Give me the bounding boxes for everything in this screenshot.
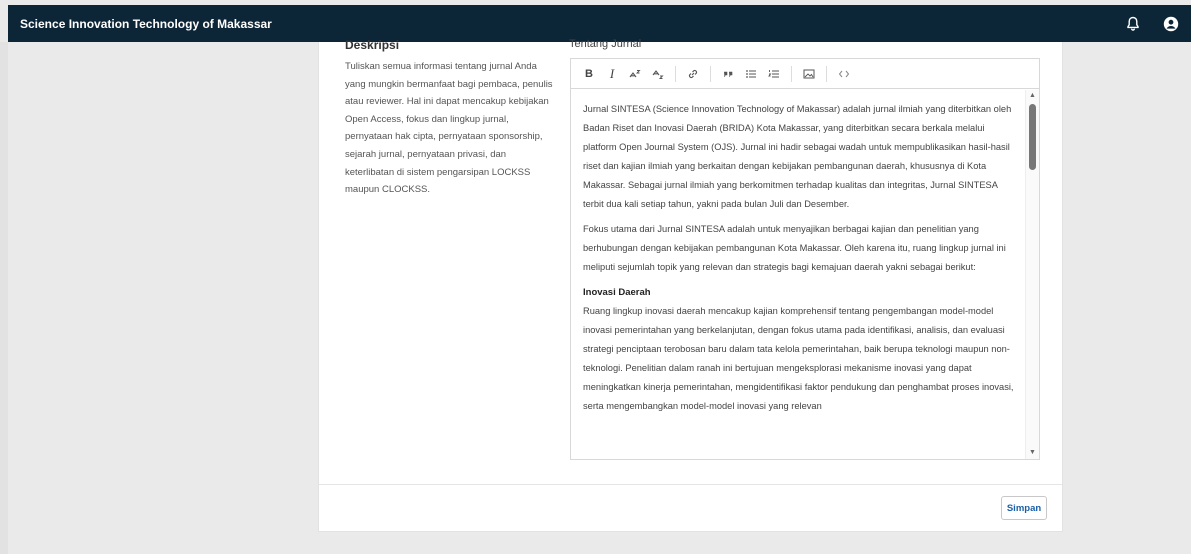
description-heading: Deskripsi	[345, 38, 400, 52]
editor-toolbar: B I	[571, 59, 1039, 89]
blockquote-icon[interactable]	[718, 64, 738, 84]
editor-scrollbar[interactable]: ▲ ▼	[1025, 90, 1039, 459]
description-text: Tuliskan semua informasi tentang jurnal …	[345, 61, 553, 196]
image-icon[interactable]	[799, 64, 819, 84]
bold-icon[interactable]: B	[579, 64, 599, 84]
save-button[interactable]: Simpan	[1001, 496, 1047, 520]
italic-icon[interactable]: I	[602, 64, 622, 84]
superscript-icon[interactable]	[625, 64, 645, 84]
scroll-down-arrow-icon[interactable]: ▼	[1026, 447, 1039, 459]
editor-paragraph: Fokus utama dari Jurnal SINTESA adalah u…	[583, 224, 1006, 272]
toolbar-separator	[710, 65, 711, 82]
scroll-thumb[interactable]	[1029, 104, 1036, 170]
bell-icon[interactable]	[1125, 16, 1141, 32]
settings-panel: Deskripsi Tuliskan semua informasi tenta…	[318, 38, 1063, 532]
toolbar-separator	[791, 65, 792, 82]
section-text: Ruang lingkup inovasi daerah mencakup ka…	[583, 306, 1014, 411]
rich-text-editor[interactable]: B I Jurnal SINTESA (Science Innovation T…	[570, 58, 1040, 460]
sidebar-strip	[0, 42, 8, 554]
bulleted-list-icon[interactable]	[741, 64, 761, 84]
section-heading: Inovasi Daerah	[583, 287, 651, 298]
editor-content[interactable]: Jurnal SINTESA (Science Innovation Techn…	[571, 90, 1025, 459]
subscript-icon[interactable]	[648, 64, 668, 84]
top-bar: Science Innovation Technology of Makassa…	[8, 5, 1191, 42]
topbar-icons	[1125, 16, 1179, 32]
link-icon[interactable]	[683, 64, 703, 84]
numbered-list-icon[interactable]	[764, 64, 784, 84]
editor-paragraph: Jurnal SINTESA (Science Innovation Techn…	[583, 104, 1012, 209]
app-title: Science Innovation Technology of Makassa…	[20, 16, 272, 31]
code-icon[interactable]	[834, 64, 854, 84]
user-circle-icon[interactable]	[1163, 16, 1179, 32]
description-column: Deskripsi Tuliskan semua informasi tenta…	[345, 38, 555, 199]
toolbar-separator	[675, 65, 676, 82]
toolbar-separator	[826, 65, 827, 82]
panel-divider	[319, 484, 1062, 485]
scroll-up-arrow-icon[interactable]: ▲	[1026, 90, 1039, 102]
about-journal-label: Tentang Jurnal	[569, 38, 642, 50]
